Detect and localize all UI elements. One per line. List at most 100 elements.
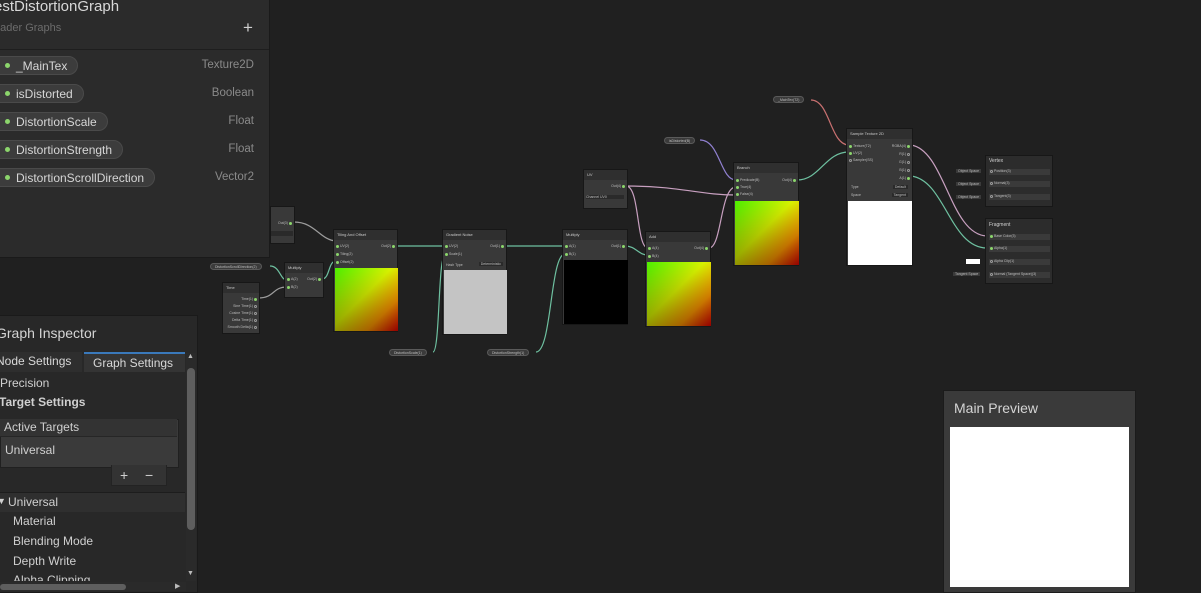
port-out[interactable]: Out(2) xyxy=(381,244,396,248)
preview-viewport[interactable] xyxy=(950,427,1129,587)
port-out[interactable]: G(1) xyxy=(899,160,911,164)
branch-node[interactable]: Branch Predicate(B) True(4) False(4) Out… xyxy=(733,162,799,266)
fragment-context[interactable]: Fragment Base Color(3) Alpha(1) Alpha Cl… xyxy=(985,218,1053,284)
port-out[interactable]: Out(2) xyxy=(307,277,322,281)
port-out[interactable]: R(1) xyxy=(899,152,911,156)
property-node-distortion-strength[interactable]: DistortionStrength(1) xyxy=(487,349,530,356)
alpha-clip-value-swatch[interactable] xyxy=(966,259,980,264)
port-out[interactable]: Out(1) xyxy=(490,244,505,248)
port-out[interactable]: Out(3) xyxy=(278,221,293,225)
property-dot-icon xyxy=(5,175,10,180)
main-preview-panel[interactable]: Main Preview xyxy=(943,390,1136,593)
port-dot-icon xyxy=(990,246,993,250)
node-preview xyxy=(735,201,799,265)
property-dot-icon xyxy=(5,147,10,152)
block-base-color[interactable]: Base Color(3) xyxy=(989,234,1050,240)
gradient-noise-node[interactable]: Gradient Noise UV(2) Scale(1) Out(1) Has… xyxy=(442,229,507,335)
port-in[interactable]: A(4) xyxy=(647,246,659,250)
port-in[interactable]: Sampler(SS) xyxy=(848,158,873,162)
property-node-distortion-scale[interactable]: DistortionScale(1) xyxy=(389,349,427,356)
port-out[interactable]: A(1) xyxy=(899,176,911,180)
port-in[interactable]: B(2) xyxy=(286,285,298,289)
port-out[interactable]: RGBA(4) xyxy=(892,144,911,148)
multiply-node-scroll[interactable]: Multiply A(2) B(2) Out(2) xyxy=(284,262,324,298)
property-maintex[interactable]: _MainTex xyxy=(0,56,79,75)
block-alpha[interactable]: Alpha(1) xyxy=(989,246,1050,252)
vertical-scroll-thumb[interactable] xyxy=(187,368,195,530)
node-dropdown[interactable] xyxy=(271,231,293,236)
add-node[interactable]: Add A(4) B(4) Out(4) xyxy=(645,231,711,327)
port-in[interactable]: Offset(2) xyxy=(335,260,354,264)
port-in[interactable]: Texture(T2) xyxy=(848,144,871,148)
active-target-item[interactable]: Universal xyxy=(5,443,55,457)
port-out[interactable]: B(1) xyxy=(899,168,911,172)
port-label: B(4) xyxy=(652,254,659,258)
uv-node[interactable]: UV Out(4) Channel UV0 xyxy=(583,169,628,209)
hash-type-dropdown[interactable]: Deterministic xyxy=(478,262,503,266)
port-out[interactable]: Smooth Delta(1) xyxy=(228,325,258,329)
port-out[interactable]: Out(4) xyxy=(694,246,709,250)
port-in[interactable]: A(1) xyxy=(564,244,576,248)
port-out[interactable]: Cosine Time(1) xyxy=(229,311,258,315)
property-node-maintex[interactable]: _MainTex(T2) xyxy=(773,96,805,103)
scroll-up-arrow-icon[interactable]: ▲ xyxy=(187,353,194,360)
port-label: A(1) xyxy=(899,176,906,180)
property-distortionstrength[interactable]: DistortionStrength xyxy=(0,140,124,159)
port-in[interactable]: A(2) xyxy=(286,277,298,281)
port-in[interactable]: UV(2) xyxy=(848,151,862,155)
tab-node-settings[interactable]: Node Settings xyxy=(0,352,82,372)
property-dot-icon xyxy=(5,119,10,124)
type-dropdown[interactable]: Default xyxy=(892,185,908,189)
horizontal-scroll-thumb[interactable] xyxy=(0,584,126,590)
partial-node[interactable]: Out(3) xyxy=(270,206,295,244)
sample-texture-2d-node[interactable]: Sample Texture 2D Texture(T2) UV(2) Samp… xyxy=(846,128,913,266)
scroll-right-arrow-icon[interactable]: ▶ xyxy=(175,582,180,590)
tab-graph-settings[interactable]: Graph Settings xyxy=(84,352,185,372)
property-node-isdistorted[interactable]: isDistorted(B) xyxy=(664,137,696,144)
port-dot-icon xyxy=(445,244,448,248)
port-out[interactable]: Out(4) xyxy=(782,178,797,182)
port-label: Texture(T2) xyxy=(853,144,871,148)
remove-target-button[interactable]: − xyxy=(145,467,153,483)
port-out[interactable]: Delta Time(1) xyxy=(232,318,258,322)
property-name: DistortionScale xyxy=(16,114,97,129)
block-tangent[interactable]: Tangent(3) xyxy=(989,194,1050,200)
port-in[interactable]: Predicate(B) xyxy=(735,178,759,182)
property-distortionscrolldirection[interactable]: DistortionScrollDirection xyxy=(0,168,156,187)
foldout-arrow-icon[interactable]: ▼ xyxy=(0,496,6,506)
port-in[interactable]: UV(2) xyxy=(335,244,349,248)
port-out[interactable]: Out(4) xyxy=(611,184,626,188)
port-in[interactable]: B(4) xyxy=(647,254,659,258)
property-distortionscale[interactable]: DistortionScale xyxy=(0,112,108,131)
property-isdistorted[interactable]: isDistorted xyxy=(0,84,84,103)
port-in[interactable]: UV(2) xyxy=(444,244,458,248)
property-node-scroll-direction[interactable]: DistortionScrollDirection(2) xyxy=(210,263,262,270)
port-label: Alpha Clip(1) xyxy=(994,259,1015,263)
tiling-offset-node[interactable]: Tiling And Offset UV(2) Tiling(2) Offset… xyxy=(333,229,398,332)
port-out[interactable]: Time(1) xyxy=(241,297,258,301)
block-normal[interactable]: Normal(3) xyxy=(989,181,1050,187)
port-in[interactable]: Scale(1) xyxy=(444,252,462,256)
space-dropdown[interactable]: Tangent xyxy=(891,193,908,197)
block-alpha-clip[interactable]: Alpha Clip(1) xyxy=(989,259,1050,265)
block-position[interactable]: Position(3) xyxy=(989,169,1050,175)
port-in[interactable]: False(4) xyxy=(735,192,753,196)
wire-time-multiply xyxy=(257,286,288,299)
port-in[interactable]: B(1) xyxy=(564,252,576,256)
uv-channel-dropdown[interactable]: Channel UV0 xyxy=(586,195,624,199)
block-normal-tangent[interactable]: Normal (Tangent Space)(3) xyxy=(989,272,1050,278)
node-title: Multiply xyxy=(285,263,323,273)
add-property-button[interactable]: + xyxy=(243,18,253,38)
add-target-button[interactable]: + xyxy=(120,467,128,483)
node-title: Add xyxy=(646,232,710,242)
port-out[interactable]: Out(1) xyxy=(611,244,626,248)
port-in[interactable]: Tiling(2) xyxy=(335,252,353,256)
scroll-down-arrow-icon[interactable]: ▼ xyxy=(187,570,194,577)
port-dot-icon xyxy=(336,260,339,264)
multiply-node-strength[interactable]: Multiply A(1) B(1) Out(1) xyxy=(562,229,628,325)
vertex-context[interactable]: Vertex Position(3) Normal(3) Tangent(3) xyxy=(985,155,1053,207)
port-in[interactable]: True(4) xyxy=(735,185,751,189)
blackboard-divider xyxy=(0,49,269,50)
port-out[interactable]: Sine Time(1) xyxy=(233,304,258,308)
time-node[interactable]: Time Time(1) Sine Time(1) Cosine Time(1)… xyxy=(222,282,260,334)
